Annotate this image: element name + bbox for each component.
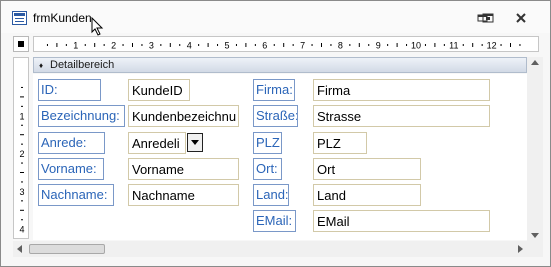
ruler-number: 3	[149, 41, 154, 51]
size-grip[interactable]	[527, 241, 543, 257]
window-title: frmKunden	[33, 11, 92, 25]
form-selector[interactable]	[13, 36, 29, 52]
vertical-ruler-marks: 1 2 3 4	[19, 86, 25, 235]
ruler-number: 1	[19, 111, 24, 121]
horizontal-ruler[interactable]: 1 2 3 4 5 6 7 8 9 10 11 12	[33, 36, 539, 52]
label-firma[interactable]: Firma:	[253, 79, 295, 101]
ruler-number: 2	[111, 41, 116, 51]
field-strasse[interactable]: Strasse	[313, 105, 490, 127]
label-nachname[interactable]: Nachname:	[38, 184, 114, 206]
close-button[interactable]	[509, 9, 533, 27]
form-icon	[12, 11, 27, 25]
field-kundeid[interactable]: KundeID	[128, 79, 190, 101]
vertical-scrollbar[interactable]	[527, 57, 543, 241]
label-vorname[interactable]: Vorname:	[38, 158, 104, 180]
field-nachname[interactable]: Nachname	[128, 184, 239, 206]
vertical-ruler[interactable]: 1 2 3 4	[13, 57, 29, 239]
ruler-number: 9	[376, 41, 381, 51]
label-plz[interactable]: PLZ:	[253, 132, 282, 154]
label-ort[interactable]: Ort:	[253, 158, 282, 180]
ruler-number: 2	[19, 149, 24, 159]
label-strasse[interactable]: Straße:	[253, 105, 298, 127]
field-plz[interactable]: PLZ	[313, 132, 367, 154]
horizontal-ruler-marks: 1 2 3 4 5 6 7 8 9 10 11 12	[46, 41, 521, 51]
restore-button[interactable]	[477, 9, 501, 27]
field-email[interactable]: EMail	[313, 210, 490, 232]
scroll-right-icon[interactable]	[518, 245, 523, 253]
field-ort[interactable]: Ort	[313, 158, 421, 180]
label-anrede[interactable]: Anrede:	[38, 132, 105, 154]
ruler-row: 1 2 3 4 5 6 7 8 9 10 11 12	[13, 36, 541, 54]
ruler-number: 1	[73, 41, 78, 51]
scroll-up-icon[interactable]	[531, 60, 539, 65]
title-bar[interactable]: frmKunden	[1, 1, 550, 33]
mouse-cursor-icon	[91, 17, 104, 36]
detail-section: ID: Bezeichnung: Anrede: Vorname: Nachna…	[33, 74, 527, 240]
label-bezeichnung[interactable]: Bezeichnung:	[38, 105, 125, 127]
ruler-number: 10	[411, 41, 421, 51]
label-id[interactable]: ID:	[38, 79, 101, 101]
horizontal-scroll-thumb[interactable]	[29, 244, 105, 254]
ruler-number: 4	[19, 225, 24, 235]
field-firma[interactable]: Firma	[313, 79, 490, 101]
ruler-number: 7	[300, 41, 305, 51]
field-vorname[interactable]: Vorname	[128, 158, 239, 180]
section-marker-icon: ♦	[39, 61, 44, 70]
scroll-left-icon[interactable]	[17, 245, 22, 253]
ruler-number: 12	[487, 41, 497, 51]
form-window: frmKunden 1 2 3 4 5 6 7 8 9 10 11 12 1 2…	[0, 0, 551, 267]
ruler-number: 11	[449, 41, 458, 51]
label-email[interactable]: EMail:	[253, 210, 296, 232]
scroll-down-icon[interactable]	[531, 233, 539, 238]
ruler-number: 6	[262, 41, 267, 51]
field-anrede-combo[interactable]: Anredeli	[128, 132, 186, 154]
field-kundenbezeichnung[interactable]: Kundenbezeichnu	[128, 105, 239, 127]
field-land[interactable]: Land	[313, 184, 421, 206]
ruler-number: 3	[19, 187, 24, 197]
label-land[interactable]: Land:	[253, 184, 289, 206]
detail-section-header[interactable]: ♦ Detailbereich	[33, 57, 527, 73]
ruler-number: 4	[187, 41, 192, 51]
anrede-dropdown-button[interactable]	[187, 133, 203, 152]
ruler-number: 5	[224, 41, 229, 51]
ruler-number: 8	[338, 41, 343, 51]
restore-icon	[482, 13, 494, 23]
close-icon	[516, 13, 526, 23]
section-title: Detailbereich	[50, 59, 115, 71]
